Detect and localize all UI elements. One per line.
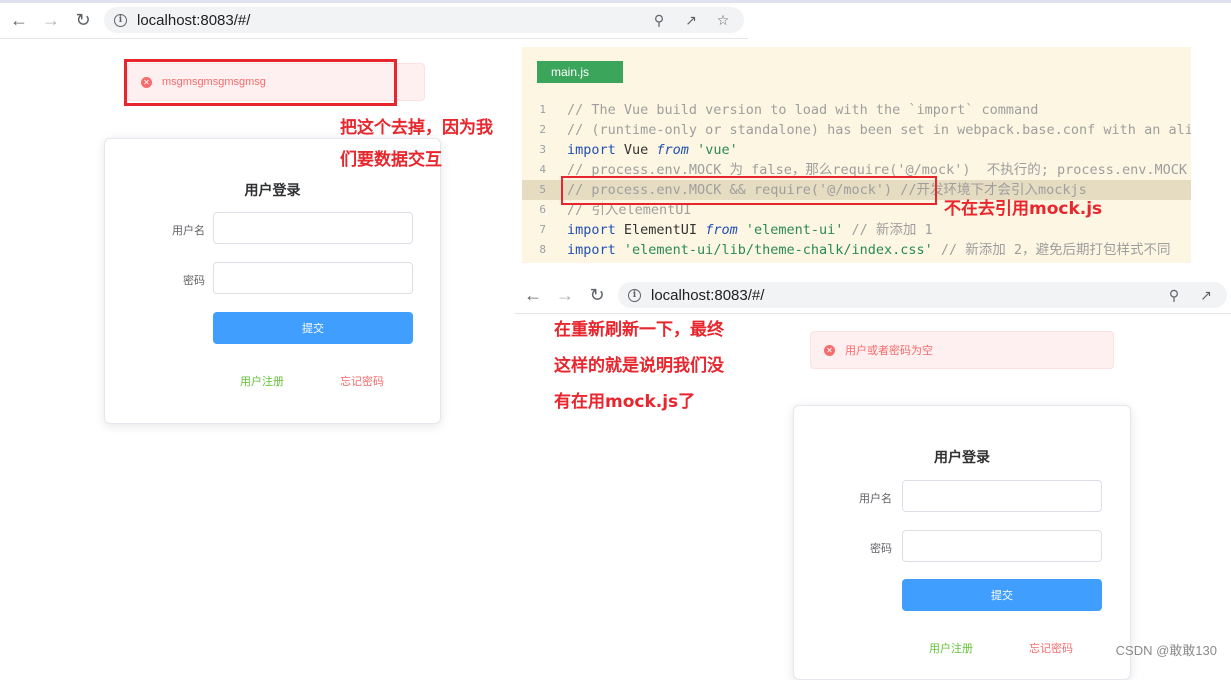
arrow-left-icon[interactable]: ←	[8, 9, 30, 31]
line-number: 4	[539, 163, 546, 176]
password-input[interactable]	[213, 262, 413, 294]
code-token: // 新添加 2，避免后期打包样式不同	[932, 242, 1171, 258]
code-token: 'element-ui/lib/theme-chalk/index.css'	[615, 242, 933, 258]
annotation-remove-line2: 们要数据交互	[340, 150, 442, 170]
share-icon[interactable]: ↗	[680, 9, 702, 31]
code-line: 8 import 'element-ui/lib/theme-chalk/inde…	[522, 240, 1191, 260]
code-tab-mainjs[interactable]: main.js	[537, 61, 623, 83]
line-number: 5	[539, 183, 546, 196]
annotation-refresh-line3: 有在用mock.js了	[554, 392, 696, 412]
alert-message: 用户或者密码为空	[845, 345, 933, 357]
code-token: Vue	[615, 142, 657, 158]
star-icon[interactable]: ☆	[712, 9, 734, 31]
code-token: import	[567, 242, 616, 258]
line-number: 1	[539, 103, 546, 116]
top-browser-toolbar: ← → ↻ i localhost:8083/#/ ⚲ ↗ ☆	[0, 4, 748, 36]
annotation-remove-note: 把这个去掉，因为我 们要数据交互	[340, 112, 520, 176]
login-card: 用户登录 用户名 密码 提交 用户注册 忘记密码	[793, 405, 1131, 680]
code-line: 9 import App from './App'	[522, 260, 1191, 263]
forgot-password-link[interactable]: 忘记密码	[1029, 640, 1073, 656]
code-token: // (runtime-only or standalone) has been…	[567, 122, 1191, 138]
annotation-remove-line1: 把这个去掉，因为我	[340, 118, 493, 138]
annotation-refresh-line1: 在重新刷新一下，最终	[554, 320, 724, 340]
username-label: 用户名	[172, 225, 205, 237]
error-alert: ✕ 用户或者密码为空	[810, 331, 1114, 369]
line-number: 8	[539, 243, 546, 256]
line-number: 2	[539, 123, 546, 136]
annotation-mock-note: 不在去引用mock.js	[944, 199, 1103, 219]
bottom-browser-toolbar: ← → ↻ i localhost:8083/#/ ⚲ ↗	[514, 278, 1231, 312]
code-token: import	[567, 222, 616, 238]
arrow-left-icon[interactable]: ←	[522, 284, 544, 306]
zoom-icon[interactable]: ⚲	[1163, 284, 1185, 306]
highlight-box-alert	[124, 59, 397, 106]
line-number: 9	[522, 260, 546, 263]
submit-button[interactable]: 提交	[213, 312, 413, 344]
submit-button[interactable]: 提交	[902, 579, 1102, 611]
annotation-refresh-note: 在重新刷新一下，最终 这样的就是说明我们没 有在用mock.js了	[554, 312, 754, 420]
highlight-box-mock-require	[561, 176, 937, 205]
zoom-icon[interactable]: ⚲	[648, 9, 670, 31]
code-token: import	[567, 260, 616, 263]
code-token: // The Vue build version to load with th…	[567, 102, 1039, 118]
url-text[interactable]: localhost:8083/#/	[137, 12, 638, 29]
code-token: // 新添加 1	[843, 222, 933, 238]
username-label: 用户名	[859, 493, 892, 505]
password-input[interactable]	[902, 530, 1102, 562]
arrow-right-icon[interactable]: →	[554, 284, 576, 306]
reload-icon[interactable]: ↻	[72, 9, 94, 31]
close-circle-icon: ✕	[824, 344, 835, 356]
code-line: 3 import Vue from 'vue'	[522, 140, 1191, 160]
password-label: 密码	[183, 275, 205, 287]
info-icon[interactable]: i	[628, 288, 641, 302]
register-link[interactable]: 用户注册	[929, 640, 973, 656]
url-text[interactable]: localhost:8083/#/	[651, 287, 1153, 304]
code-line: 1 // The Vue build version to load with t…	[522, 100, 1191, 120]
username-input[interactable]	[902, 480, 1102, 512]
code-token: ElementUI	[615, 222, 706, 238]
annotation-refresh-line2: 这样的就是说明我们没	[554, 356, 724, 376]
address-bar[interactable]: i localhost:8083/#/ ⚲ ↗	[618, 282, 1227, 308]
code-token: 'element-ui'	[737, 222, 844, 238]
code-line: 2 // (runtime-only or standalone) has bee…	[522, 120, 1191, 140]
code-token: import	[567, 142, 616, 158]
info-icon[interactable]: i	[114, 13, 127, 27]
code-token: from	[656, 142, 689, 158]
code-token: './App'	[689, 260, 754, 263]
code-token: 'vue'	[688, 142, 738, 158]
code-token: from	[705, 222, 738, 238]
code-token: from	[656, 260, 689, 263]
code-panel: main.js 1 // The Vue build version to loa…	[522, 47, 1191, 263]
login-title: 用户登录	[244, 182, 301, 198]
password-label: 密码	[870, 543, 892, 555]
watermark: CSDN @敢敢130	[1115, 643, 1217, 658]
line-number: 3	[539, 143, 546, 156]
username-input[interactable]	[213, 212, 413, 244]
top-browser-divider	[0, 38, 748, 39]
forgot-password-link[interactable]: 忘记密码	[340, 373, 384, 389]
share-icon[interactable]: ↗	[1195, 284, 1217, 306]
address-bar[interactable]: i localhost:8083/#/ ⚲ ↗ ☆	[104, 7, 744, 33]
login-card: 用户登录 用户名 密码 提交 用户注册 忘记密码	[104, 138, 441, 424]
code-token: App	[616, 260, 657, 263]
line-number: 6	[539, 203, 546, 216]
page-accent-line	[0, 0, 1231, 3]
login-title: 用户登录	[934, 449, 990, 465]
line-number: 7	[539, 223, 546, 236]
arrow-right-icon[interactable]: →	[40, 9, 62, 31]
register-link[interactable]: 用户注册	[240, 373, 284, 389]
reload-icon[interactable]: ↻	[586, 284, 608, 306]
